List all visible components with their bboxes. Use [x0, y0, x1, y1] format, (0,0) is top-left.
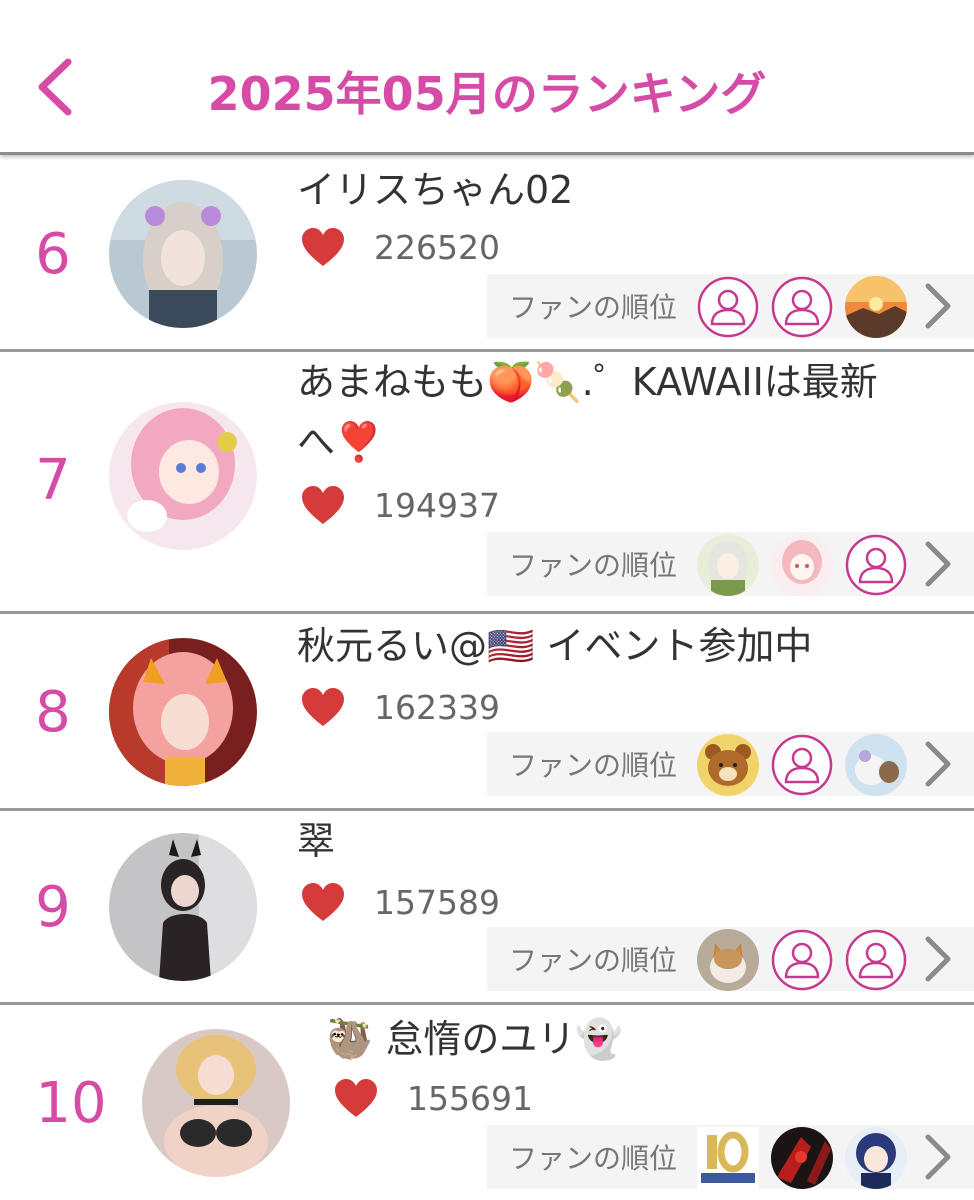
- default-user-icon: [771, 276, 833, 338]
- user-name[interactable]: 翠: [297, 811, 914, 871]
- chevron-right-icon[interactable]: [920, 1131, 954, 1183]
- anime-girl-photo-icon: [697, 534, 759, 596]
- fan-ranking-label: ファンの順位: [509, 549, 678, 582]
- user-name[interactable]: 秋元るい@🇺🇸 イベント参加中: [297, 616, 914, 676]
- rank-number: 8: [35, 680, 71, 745]
- fan-ranking[interactable]: ファンの順位: [487, 1125, 974, 1189]
- likes: 155691: [333, 1073, 533, 1123]
- likes: 157589: [300, 877, 500, 927]
- fan-ranking-label: ファンの順位: [509, 291, 678, 324]
- heart-icon: [302, 883, 344, 921]
- likes-count: 157589: [374, 882, 500, 922]
- fan-ranking[interactable]: ファンの順位: [487, 927, 974, 991]
- user-name[interactable]: 🦥 怠惰のユリ👻: [326, 1009, 914, 1069]
- chevron-right-icon[interactable]: [920, 738, 954, 790]
- fan-avatar[interactable]: [771, 929, 833, 991]
- fan-avatar[interactable]: [771, 734, 833, 796]
- avatar[interactable]: [142, 1029, 290, 1177]
- user-name[interactable]: イリスちゃん02: [297, 160, 914, 220]
- fan-avatar[interactable]: [771, 276, 833, 338]
- likes-count: 226520: [374, 227, 500, 267]
- page-title: 2025年05月のランキング: [207, 67, 767, 121]
- heart-icon: [302, 688, 344, 726]
- avatar[interactable]: [109, 638, 257, 786]
- cat-photo-icon: [697, 929, 759, 991]
- user-name[interactable]: あまねもも🍑🍡.゜KAWAIIは最新へ❣️: [297, 352, 914, 472]
- plush-photo-icon: [845, 734, 907, 796]
- fan-ranking[interactable]: ファンの順位: [487, 532, 974, 596]
- rank-number: 6: [35, 222, 71, 287]
- avatar-photo-icon: [109, 402, 257, 550]
- fan-avatar[interactable]: [845, 534, 907, 596]
- fan-avatar[interactable]: [845, 734, 907, 796]
- fan-avatar[interactable]: [771, 1127, 833, 1189]
- default-user-icon: [697, 276, 759, 338]
- fan-avatar[interactable]: [771, 534, 833, 596]
- likes-count: 194937: [374, 485, 500, 525]
- fan-avatar[interactable]: [697, 276, 759, 338]
- chevron-right-icon[interactable]: [920, 538, 954, 590]
- likes: 226520: [300, 222, 500, 272]
- fan-ranking-label: ファンの順位: [509, 1142, 678, 1175]
- default-user-icon: [771, 734, 833, 796]
- likes-count: 162339: [374, 687, 500, 727]
- pink-sketch-photo-icon: [771, 534, 833, 596]
- ranking-row[interactable]: 7 あまねもも🍑🍡.゜KAWAIIは最新へ❣️ 194937 ファンの順位: [0, 352, 974, 614]
- avatar-photo-icon: [109, 833, 257, 981]
- fan-avatar[interactable]: [697, 1127, 759, 1189]
- rank-number: 7: [35, 448, 71, 513]
- red-art-photo-icon: [771, 1127, 833, 1189]
- fan-ranking-label: ファンの順位: [509, 749, 678, 782]
- heart-icon: [302, 486, 344, 524]
- app-header: 2025年05月のランキング: [0, 0, 974, 155]
- anime-boy-photo-icon: [845, 1127, 907, 1189]
- heart-icon: [335, 1079, 377, 1117]
- default-user-icon: [771, 929, 833, 991]
- anniversary-logo-photo-icon: [697, 1127, 759, 1189]
- fan-avatar[interactable]: [697, 534, 759, 596]
- ranking-row[interactable]: 6 イリスちゃん02 226520 ファンの順位: [0, 158, 974, 352]
- chevron-right-icon[interactable]: [920, 280, 954, 332]
- avatar[interactable]: [109, 180, 257, 328]
- chevron-right-icon[interactable]: [920, 933, 954, 985]
- ranking-row[interactable]: 8 秋元るい@🇺🇸 イベント参加中 162339 ファンの順位: [0, 614, 974, 811]
- ranking-row[interactable]: 10 🦥 怠惰のユリ👻 155691 ファンの順位: [0, 1005, 974, 1200]
- ranking-list: 6 イリスちゃん02 226520 ファンの順位 7 あまねもも🍑🍡.゜KAWA…: [0, 158, 974, 1200]
- avatar-photo-icon: [142, 1029, 290, 1177]
- rank-number: 9: [35, 875, 71, 940]
- fan-ranking[interactable]: ファンの順位: [487, 732, 974, 796]
- fan-avatar[interactable]: [697, 929, 759, 991]
- fan-avatar[interactable]: [697, 734, 759, 796]
- likes: 162339: [300, 682, 500, 732]
- rank-number: 10: [35, 1071, 107, 1136]
- fan-ranking[interactable]: ファンの順位: [487, 274, 974, 338]
- fan-ranking-label: ファンの順位: [509, 944, 678, 977]
- default-user-icon: [845, 929, 907, 991]
- avatar[interactable]: [109, 402, 257, 550]
- fan-avatar[interactable]: [845, 1127, 907, 1189]
- heart-icon: [302, 228, 344, 266]
- avatar-photo-icon: [109, 180, 257, 328]
- avatar-photo-icon: [109, 638, 257, 786]
- fan-avatar[interactable]: [845, 929, 907, 991]
- fan-avatar[interactable]: [845, 276, 907, 338]
- avatar[interactable]: [109, 833, 257, 981]
- bear-photo-icon: [697, 734, 759, 796]
- sunset-photo-icon: [845, 276, 907, 338]
- ranking-row[interactable]: 9 翠 157589 ファンの順位: [0, 811, 974, 1005]
- likes-count: 155691: [407, 1078, 533, 1118]
- default-user-icon: [845, 534, 907, 596]
- likes: 194937: [300, 480, 500, 530]
